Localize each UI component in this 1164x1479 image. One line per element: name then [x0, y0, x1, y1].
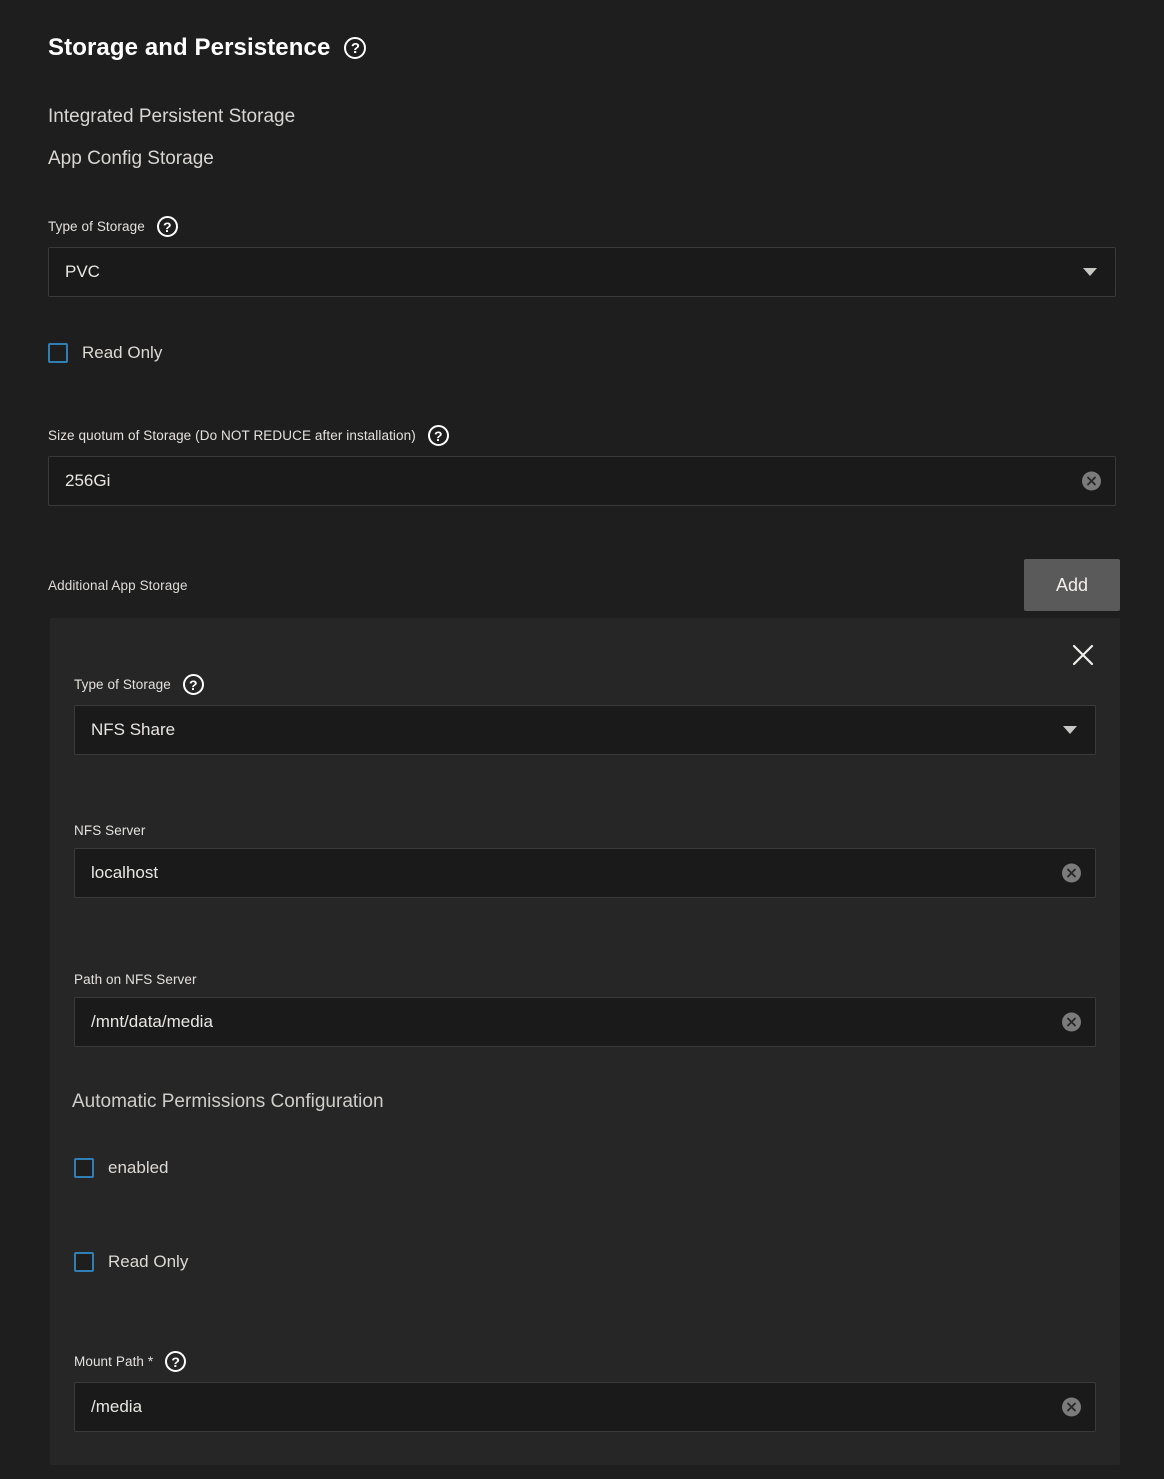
- size-quotum-label-row: Size quotum of Storage (Do NOT REDUCE af…: [48, 425, 1116, 446]
- clear-circle-icon[interactable]: [1062, 864, 1081, 883]
- clear-circle-icon[interactable]: [1062, 1013, 1081, 1032]
- checkbox-label-read-only: Read Only: [82, 343, 162, 363]
- nfs-server-label: NFS Server: [74, 823, 146, 838]
- field-nfs-server: NFS Server localhost: [74, 823, 1096, 898]
- type-of-storage-label: Type of Storage: [48, 219, 145, 234]
- storage-and-persistence-page: Storage and Persistence ? Integrated Per…: [0, 0, 1164, 1479]
- checkbox-box-read-only[interactable]: [48, 343, 68, 363]
- size-quotum-value: 256Gi: [65, 471, 110, 491]
- item-type-of-storage-label: Type of Storage: [74, 677, 171, 692]
- nfs-path-value: /mnt/data/media: [91, 1012, 213, 1032]
- close-icon[interactable]: [1068, 640, 1098, 670]
- nfs-path-input[interactable]: /mnt/data/media: [74, 997, 1096, 1047]
- type-of-storage-label-row: Type of Storage ?: [48, 216, 1116, 237]
- help-circle-icon[interactable]: ?: [428, 425, 449, 446]
- help-circle-icon[interactable]: ?: [165, 1351, 186, 1372]
- field-size-quotum: Size quotum of Storage (Do NOT REDUCE af…: [48, 425, 1116, 506]
- add-storage-button[interactable]: Add: [1024, 559, 1120, 611]
- subsection-integrated-persistent-storage: Integrated Persistent Storage: [48, 106, 295, 128]
- help-circle-icon[interactable]: ?: [157, 216, 178, 237]
- help-circle-icon[interactable]: ?: [183, 674, 204, 695]
- checkbox-read-only[interactable]: Read Only: [48, 343, 162, 363]
- mount-path-label: Mount Path *: [74, 1354, 153, 1369]
- checkbox-box-enabled[interactable]: [74, 1158, 94, 1178]
- additional-app-storage-row: Additional App Storage Add: [48, 560, 1120, 610]
- checkbox-label-enabled: enabled: [108, 1158, 169, 1178]
- chevron-down-icon[interactable]: [1063, 726, 1077, 734]
- additional-app-storage-label: Additional App Storage: [48, 578, 188, 593]
- page-title-text: Storage and Persistence: [48, 34, 330, 62]
- checkbox-permissions-enabled[interactable]: enabled: [74, 1158, 169, 1178]
- field-nfs-path: Path on NFS Server /mnt/data/media: [74, 972, 1096, 1047]
- clear-circle-icon[interactable]: [1082, 472, 1101, 491]
- type-of-storage-value: PVC: [65, 262, 100, 282]
- clear-circle-icon[interactable]: [1062, 1398, 1081, 1417]
- checkbox-permissions-read-only[interactable]: Read Only: [74, 1252, 188, 1272]
- type-of-storage-select[interactable]: PVC: [48, 247, 1116, 297]
- storage-item-card: Type of Storage ? NFS Share NFS Server l…: [50, 618, 1120, 1465]
- size-quotum-label: Size quotum of Storage (Do NOT REDUCE af…: [48, 428, 416, 443]
- item-type-of-storage-select[interactable]: NFS Share: [74, 705, 1096, 755]
- nfs-path-label: Path on NFS Server: [74, 972, 197, 987]
- help-circle-icon[interactable]: ?: [344, 37, 366, 59]
- nfs-server-input[interactable]: localhost: [74, 848, 1096, 898]
- field-item-type-of-storage: Type of Storage ? NFS Share: [74, 674, 1096, 755]
- page-title: Storage and Persistence ?: [48, 34, 366, 62]
- checkbox-box-item-read-only[interactable]: [74, 1252, 94, 1272]
- nfs-server-label-row: NFS Server: [74, 823, 1096, 838]
- field-mount-path: Mount Path * ? /media: [74, 1351, 1096, 1432]
- subsection-app-config-storage: App Config Storage: [48, 148, 214, 170]
- mount-path-value: /media: [91, 1397, 142, 1417]
- item-type-of-storage-label-row: Type of Storage ?: [74, 674, 1096, 695]
- field-type-of-storage: Type of Storage ? PVC: [48, 216, 1116, 297]
- chevron-down-icon[interactable]: [1083, 268, 1097, 276]
- mount-path-input[interactable]: /media: [74, 1382, 1096, 1432]
- item-type-of-storage-value: NFS Share: [91, 720, 175, 740]
- automatic-permissions-title: Automatic Permissions Configuration: [72, 1091, 384, 1113]
- checkbox-label-item-read-only: Read Only: [108, 1252, 188, 1272]
- size-quotum-input[interactable]: 256Gi: [48, 456, 1116, 506]
- nfs-path-label-row: Path on NFS Server: [74, 972, 1096, 987]
- mount-path-label-row: Mount Path * ?: [74, 1351, 1096, 1372]
- nfs-server-value: localhost: [91, 863, 158, 883]
